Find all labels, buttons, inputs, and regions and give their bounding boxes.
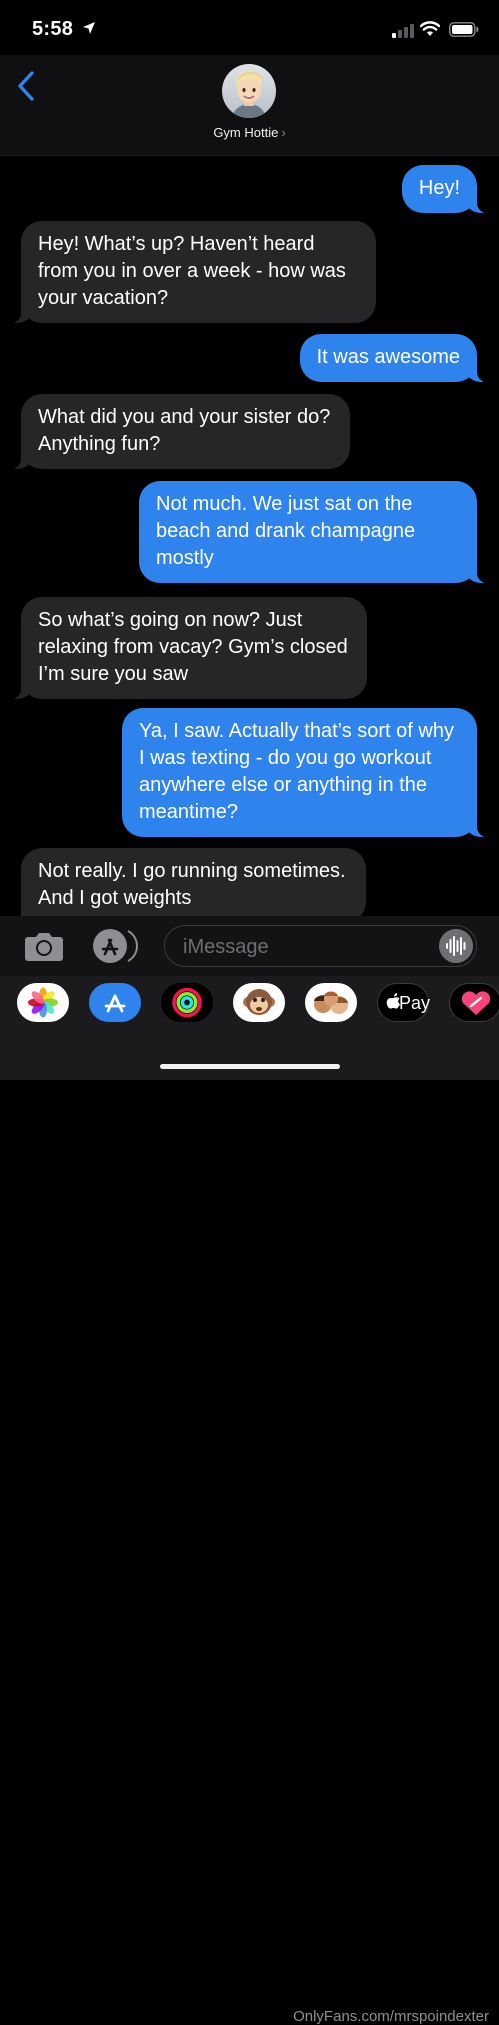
status-time: 5:58 — [32, 18, 74, 40]
contact-name: Gym Hottie — [213, 125, 279, 140]
digital-touch-icon — [461, 991, 491, 1015]
audio-waveform-icon[interactable] — [439, 929, 473, 963]
activity-app-button[interactable] — [161, 983, 213, 1022]
message-bubble-received[interactable]: Hey! What’s up? Haven’t heard from you i… — [9, 221, 376, 323]
photos-icon — [28, 987, 58, 1018]
message-bubble-received[interactable]: Not really. I go running sometimes. And … — [9, 848, 366, 916]
app-store-icon — [104, 994, 126, 1013]
message-bubble-received[interactable]: What did you and your sister do? Anythin… — [9, 394, 350, 469]
battery-icon — [449, 22, 479, 37]
activity-icon — [172, 987, 202, 1018]
memoji-avatar-icon — [232, 71, 266, 118]
apple-pay-app-button[interactable]: Pay — [377, 983, 431, 1022]
camera-icon[interactable] — [24, 930, 64, 962]
message-bubble-received[interactable]: So what’s going on now? Just relaxing fr… — [9, 597, 367, 699]
animoji-app-button[interactable] — [233, 983, 285, 1022]
contact-avatar[interactable] — [222, 64, 276, 118]
app-store-app-button[interactable] — [89, 983, 141, 1022]
cellular-signal-icon — [392, 24, 414, 38]
chevron-right-icon: › — [281, 125, 286, 140]
message-input[interactable] — [181, 934, 425, 960]
location-arrow-icon — [83, 22, 95, 34]
memoji-stickers-app-button[interactable] — [305, 983, 357, 1022]
memoji-stickers-icon — [314, 991, 348, 1014]
compose-bar — [0, 916, 499, 976]
animoji-icon — [243, 989, 275, 1015]
message-bubble-sent[interactable]: Hey! — [401, 165, 490, 213]
digital-touch-app-button[interactable] — [449, 983, 499, 1022]
app-store-icon[interactable] — [92, 928, 140, 964]
apple-pay-label: Pay — [399, 993, 431, 1013]
status-bar: 5:58 — [0, 0, 499, 60]
message-bubble-sent[interactable]: Not much. We just sat on the beach and d… — [139, 481, 489, 583]
contact-name-button[interactable]: Gym Hottie › — [0, 125, 499, 140]
home-indicator[interactable] — [160, 1064, 340, 1069]
message-bubble-sent[interactable]: Ya, I saw. Actually that’s sort of why I… — [122, 708, 489, 837]
message-input-field[interactable] — [164, 925, 477, 967]
conversation-header: Gym Hottie › — [0, 55, 499, 156]
photos-app-button[interactable] — [17, 983, 69, 1022]
watermark: OnlyFans.com/mrspoindexter — [293, 2008, 489, 2025]
wifi-icon — [420, 21, 440, 36]
message-bubble-sent[interactable]: It was awesome — [299, 334, 490, 382]
message-thread[interactable]: Hey! Hey! What’s up? Haven’t heard from … — [0, 156, 499, 916]
chevron-left-icon[interactable] — [14, 69, 40, 103]
